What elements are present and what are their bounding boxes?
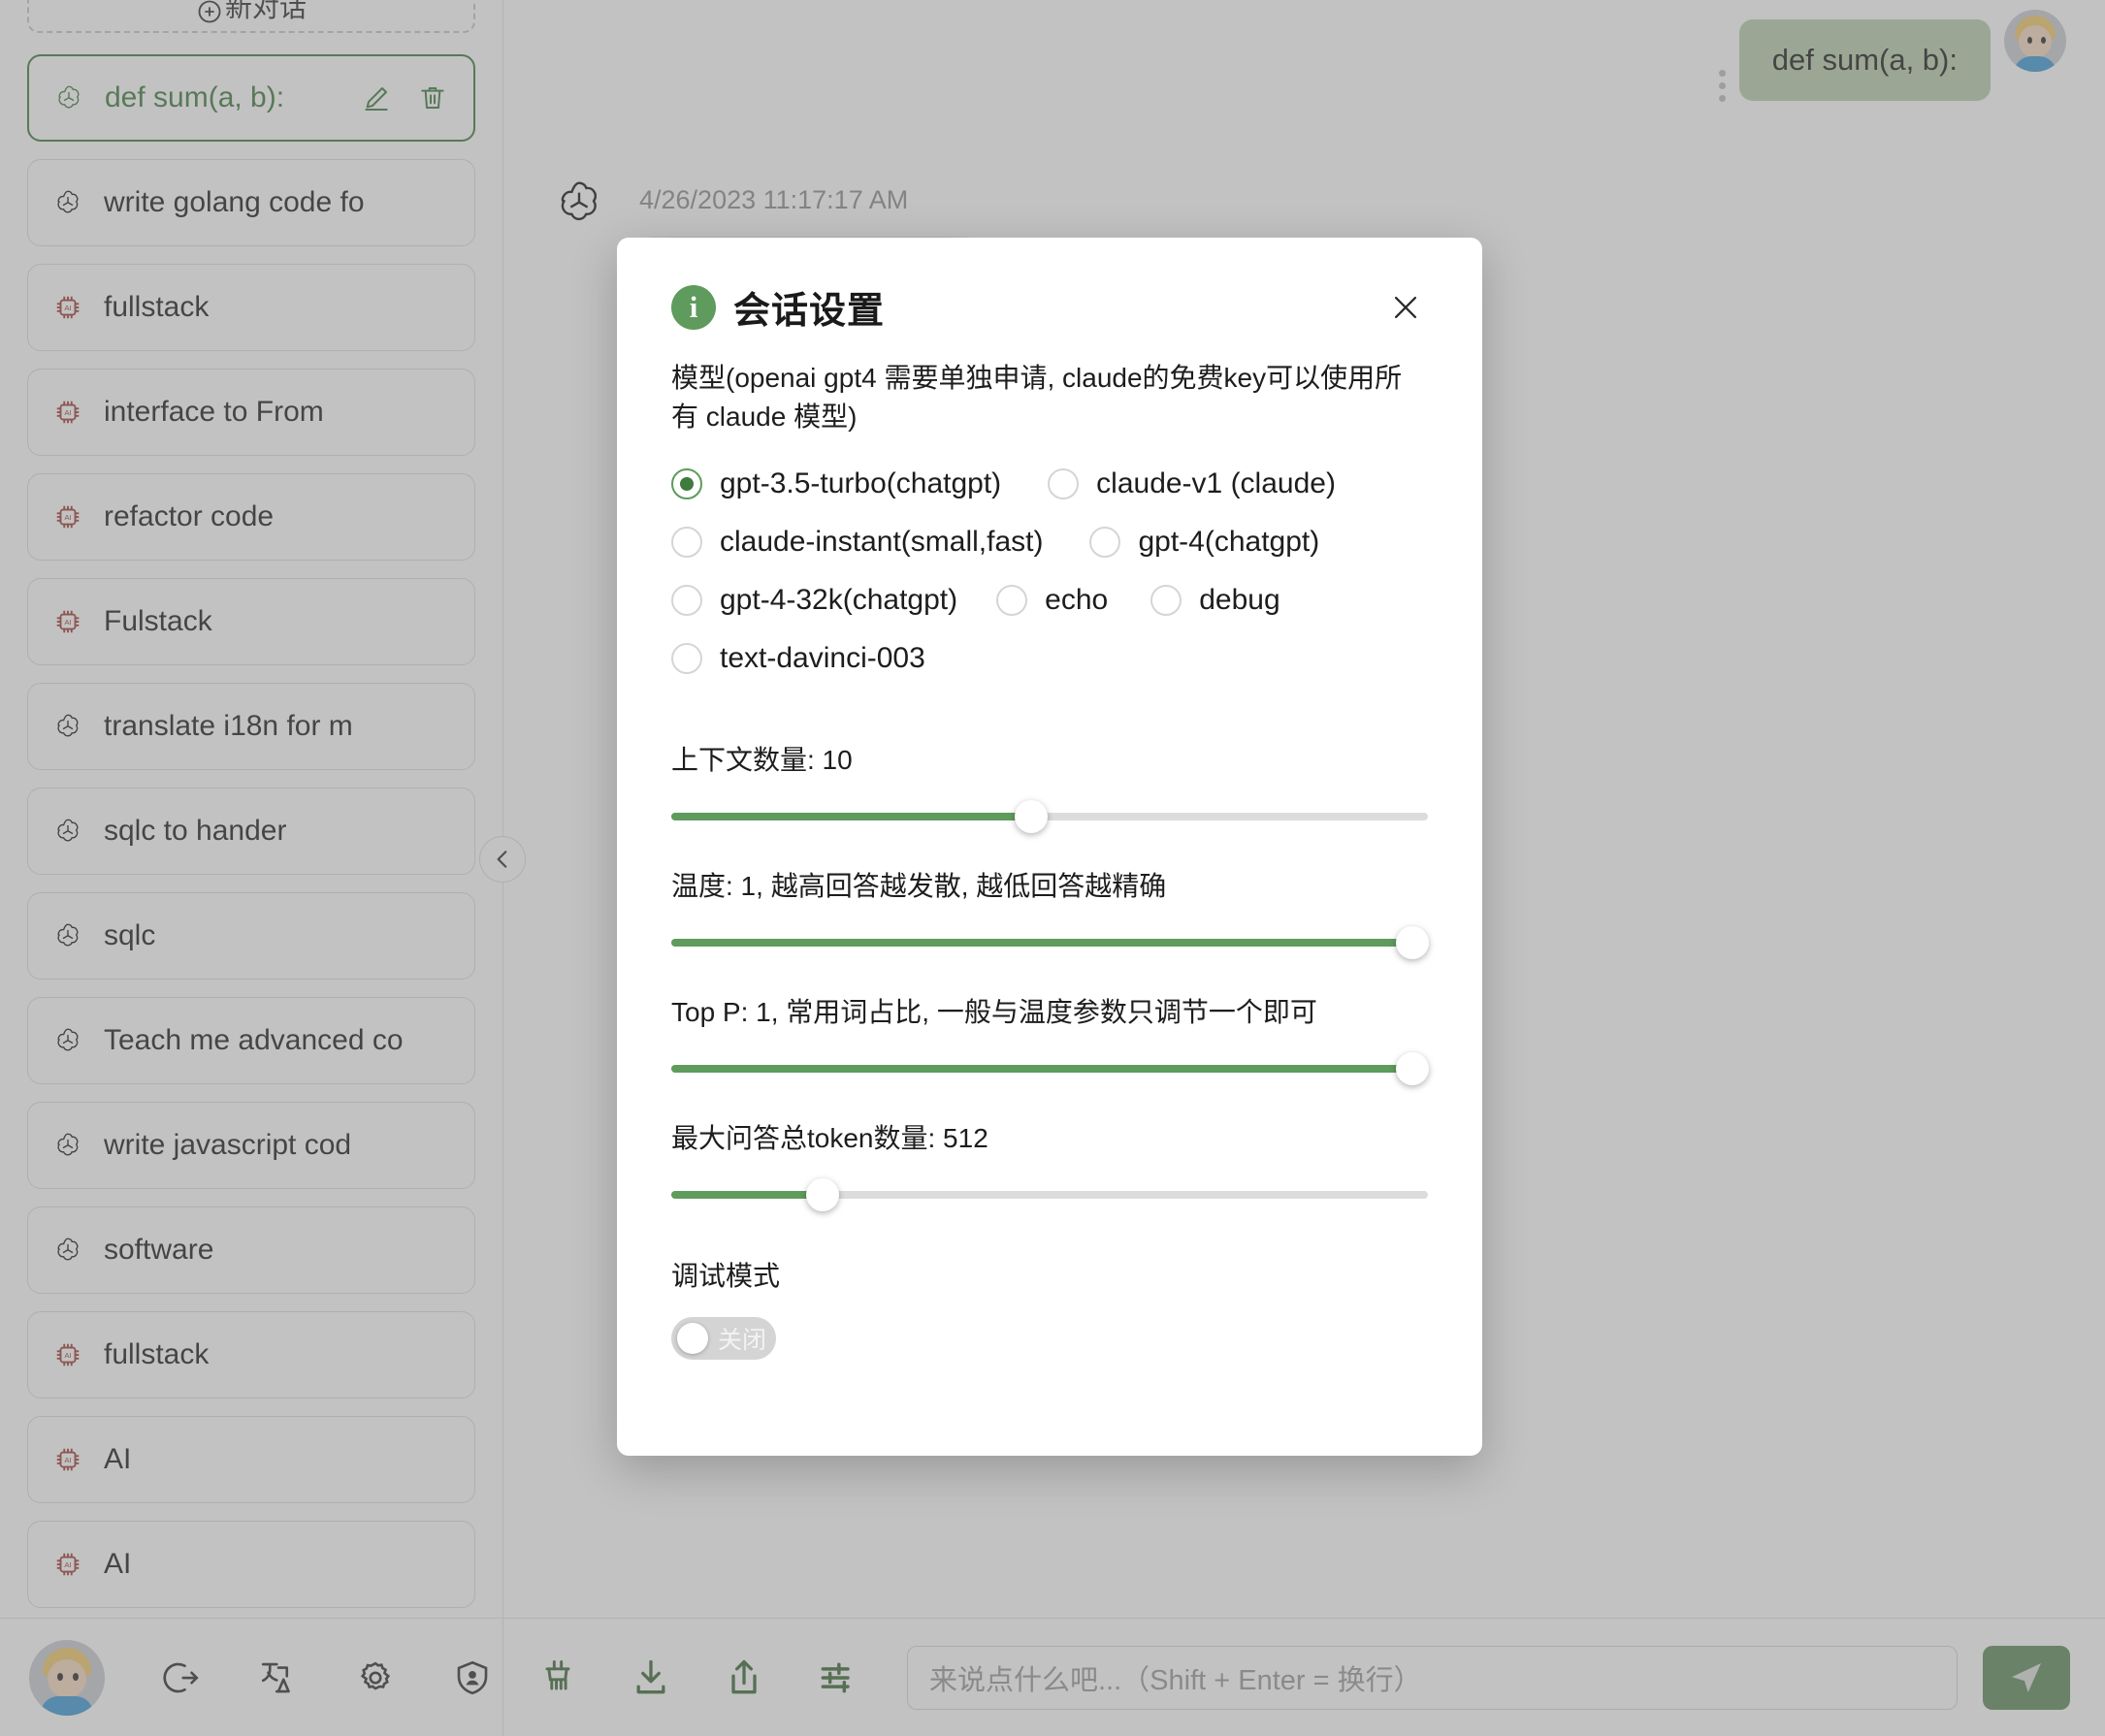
- slider-handle[interactable]: [1396, 1052, 1429, 1085]
- debug-mode-section: 调试模式 关闭: [671, 1255, 1428, 1360]
- slider-track[interactable]: [671, 939, 1428, 947]
- toggle-state-text: 关闭: [718, 1321, 766, 1356]
- model-option[interactable]: gpt-3.5-turbo(chatgpt): [671, 467, 1001, 500]
- info-icon: i: [671, 285, 716, 330]
- session-settings-dialog: i 会话设置 模型(openai gpt4 需要单独申请, claude的免费k…: [617, 238, 1482, 1456]
- toggle-knob: [677, 1323, 708, 1354]
- slider-label: Top P: 1, 常用词占比, 一般与温度参数只调节一个即可: [671, 991, 1428, 1030]
- close-button[interactable]: [1383, 285, 1428, 330]
- model-option-row: gpt-4-32k(chatgpt) echo debug: [671, 584, 1428, 617]
- app-root: 新对话 def sum(a, b):write golang code foAI…: [0, 0, 2105, 1736]
- model-option-label: claude-v1 (claude): [1096, 467, 1336, 500]
- debug-mode-toggle[interactable]: 关闭: [671, 1317, 776, 1360]
- slider-label: 最大问答总token数量: 512: [671, 1117, 1428, 1156]
- model-option-row: gpt-3.5-turbo(chatgpt) claude-v1 (claude): [671, 467, 1428, 500]
- dialog-header: i 会话设置: [671, 280, 1428, 334]
- model-option-label: claude-instant(small,fast): [720, 526, 1043, 559]
- slider-block: 最大问答总token数量: 512: [671, 1117, 1428, 1199]
- dialog-title: 会话设置: [733, 280, 885, 334]
- info-icon-glyph: i: [690, 290, 698, 325]
- model-option[interactable]: text-davinci-003: [671, 642, 925, 675]
- model-option[interactable]: debug: [1150, 584, 1279, 617]
- model-option[interactable]: gpt-4(chatgpt): [1089, 526, 1319, 559]
- debug-mode-label: 调试模式: [671, 1255, 1428, 1294]
- slider-block: 上下文数量: 10: [671, 739, 1428, 820]
- parameter-sliders[interactable]: 上下文数量: 10 温度: 1, 越高回答越发散, 越低回答越精确 Top P: 1…: [671, 739, 1428, 1199]
- slider-handle[interactable]: [806, 1178, 839, 1211]
- model-option-label: text-davinci-003: [720, 642, 925, 675]
- radio-button[interactable]: [1150, 585, 1182, 616]
- model-option-row: claude-instant(small,fast) gpt-4(chatgpt): [671, 526, 1428, 559]
- radio-button[interactable]: [671, 468, 702, 499]
- radio-button[interactable]: [671, 527, 702, 558]
- model-option-label: debug: [1199, 584, 1279, 617]
- slider-handle[interactable]: [1015, 800, 1048, 833]
- model-option[interactable]: echo: [996, 584, 1108, 617]
- radio-button[interactable]: [1048, 468, 1079, 499]
- model-option[interactable]: claude-v1 (claude): [1048, 467, 1336, 500]
- radio-button[interactable]: [671, 585, 702, 616]
- slider-block: 温度: 1, 越高回答越发散, 越低回答越精确: [671, 865, 1428, 947]
- model-option-row: text-davinci-003: [671, 642, 1428, 675]
- radio-button[interactable]: [1089, 527, 1120, 558]
- radio-button[interactable]: [996, 585, 1027, 616]
- close-icon: [1389, 291, 1422, 324]
- model-option[interactable]: gpt-4-32k(chatgpt): [671, 584, 957, 617]
- slider-track[interactable]: [671, 1191, 1428, 1199]
- model-option-label: echo: [1045, 584, 1108, 617]
- slider-block: Top P: 1, 常用词占比, 一般与温度参数只调节一个即可: [671, 991, 1428, 1073]
- model-option-label: gpt-4-32k(chatgpt): [720, 584, 957, 617]
- model-radio-group[interactable]: gpt-3.5-turbo(chatgpt) claude-v1 (claude)…: [671, 467, 1428, 675]
- slider-track[interactable]: [671, 1065, 1428, 1073]
- model-option-label: gpt-4(chatgpt): [1138, 526, 1319, 559]
- slider-label: 上下文数量: 10: [671, 739, 1428, 778]
- model-option-label: gpt-3.5-turbo(chatgpt): [720, 467, 1001, 500]
- model-description: 模型(openai gpt4 需要单独申请, claude的免费key可以使用所…: [671, 359, 1409, 436]
- slider-label: 温度: 1, 越高回答越发散, 越低回答越精确: [671, 865, 1428, 904]
- radio-button[interactable]: [671, 643, 702, 674]
- slider-track[interactable]: [671, 813, 1428, 820]
- model-option[interactable]: claude-instant(small,fast): [671, 526, 1043, 559]
- slider-handle[interactable]: [1396, 926, 1429, 959]
